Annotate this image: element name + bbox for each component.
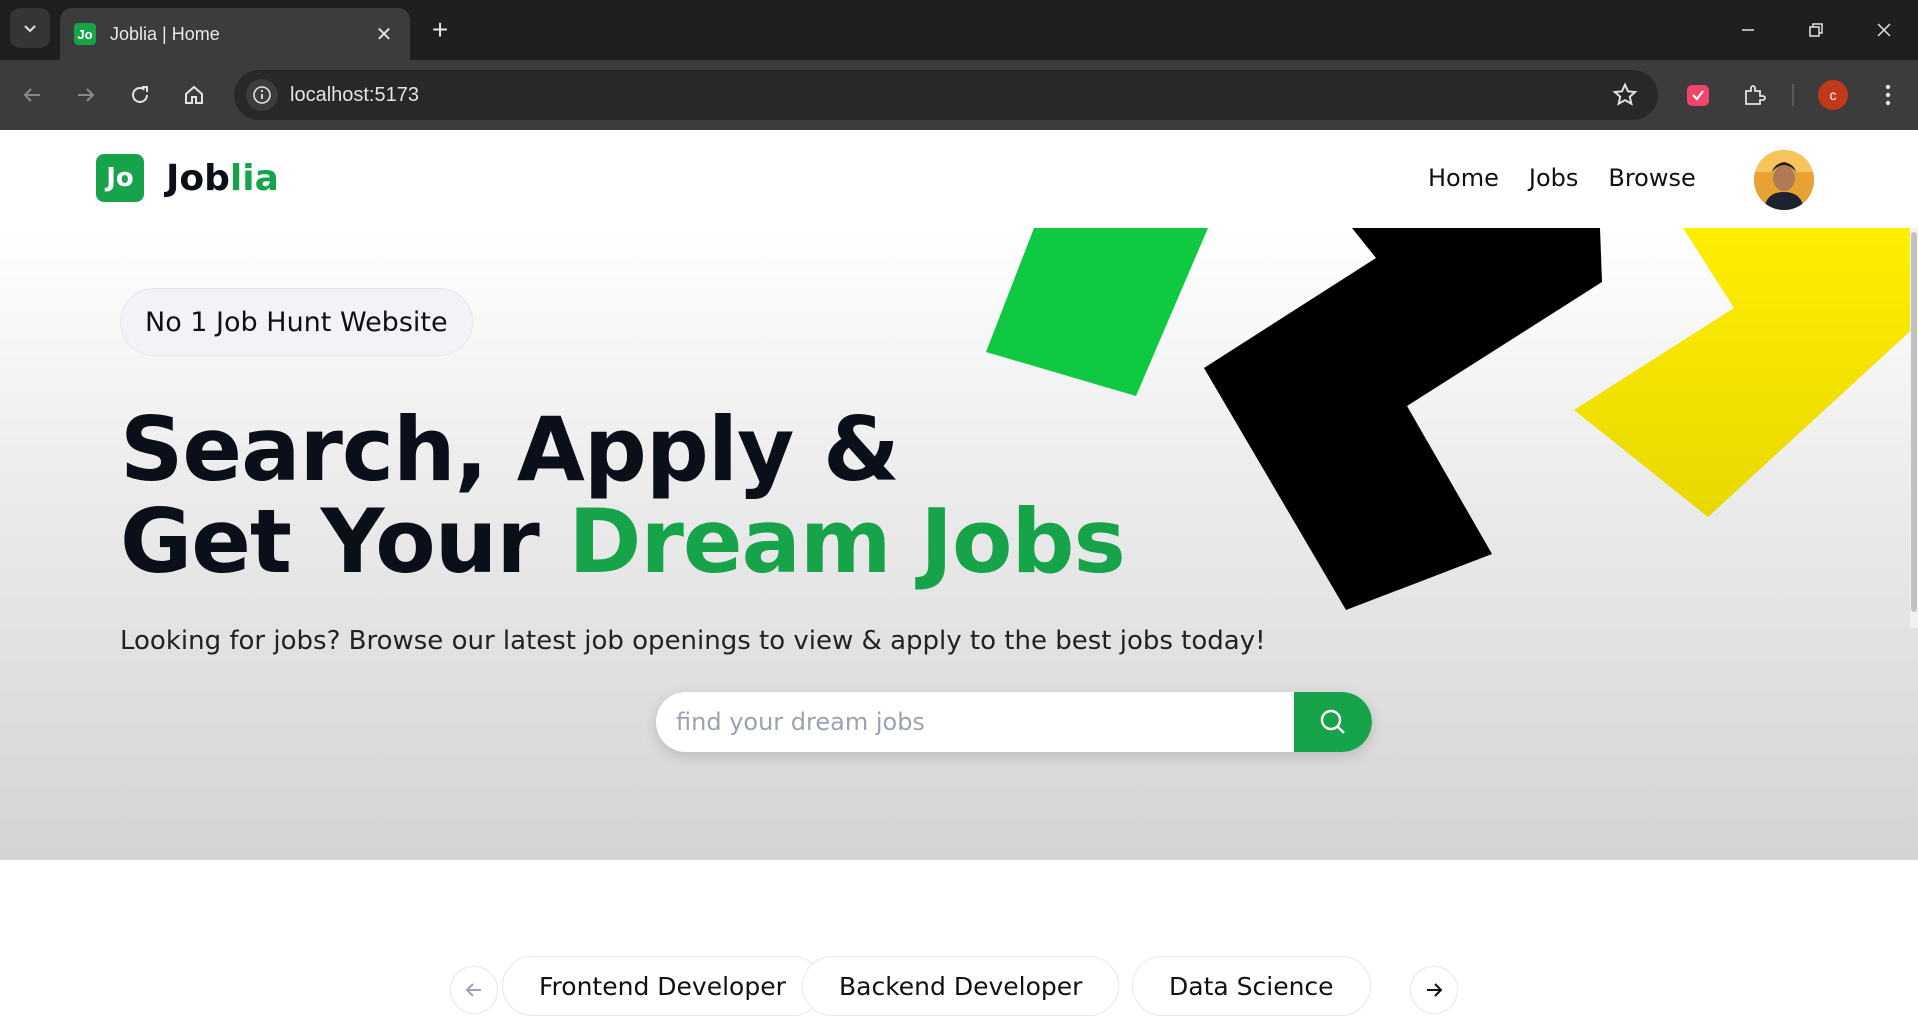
carousel-prev-button[interactable] [450, 966, 498, 1014]
headline-accent: Dream Jobs [568, 490, 1125, 593]
toolbar-separator [1792, 84, 1794, 106]
bookmark-button[interactable] [1612, 82, 1638, 113]
headline-line-2: Get Your Dream Jobs [120, 496, 1126, 588]
nav-browse-link[interactable]: Browse [1608, 164, 1695, 192]
back-button[interactable] [14, 77, 50, 113]
hero-section: No 1 Job Hunt Website Search, Apply & Ge… [0, 228, 1918, 860]
close-icon [1877, 23, 1891, 37]
hero-badge: No 1 Job Hunt Website [120, 288, 473, 356]
user-avatar[interactable] [1754, 150, 1814, 210]
search-icon [1320, 709, 1345, 734]
extensions-menu-button[interactable] [1736, 77, 1772, 113]
home-icon [185, 85, 203, 104]
black-shape [1204, 228, 1602, 610]
category-chip[interactable]: Data Science [1132, 956, 1371, 1016]
green-shape [986, 228, 1208, 396]
calendar-extension-icon [1687, 85, 1709, 106]
web-page: Jo Joblia Home Jobs Browse No 1 Job Hunt… [0, 130, 1918, 1029]
site-navbar: Jo Joblia Home Jobs Browse [0, 130, 1918, 228]
url-text: localhost:5173 [290, 84, 419, 106]
page-scrollbar[interactable] [1910, 228, 1918, 628]
scrollbar-thumb[interactable] [1911, 232, 1917, 612]
extension-button[interactable] [1680, 77, 1716, 113]
carousel-next-button[interactable] [1410, 966, 1458, 1014]
headline-line-1: Search, Apply & [120, 398, 900, 501]
browser-tab[interactable]: Jo Joblia | Home ✕ [60, 8, 410, 60]
reload-icon [132, 86, 148, 103]
site-info-button[interactable] [246, 79, 278, 111]
restore-icon [1809, 23, 1823, 37]
close-tab-icon[interactable]: ✕ [372, 22, 396, 47]
browser-toolbar: localhost:5173 c [0, 60, 1918, 130]
job-search-bar [656, 692, 1372, 752]
brand-prefix: Job [166, 158, 230, 199]
new-tab-button[interactable]: + [424, 14, 456, 46]
close-window-button[interactable] [1864, 12, 1904, 48]
category-chip[interactable]: Backend Developer [802, 956, 1120, 1016]
reload-button[interactable] [122, 77, 158, 113]
search-input[interactable] [676, 692, 1276, 752]
tab-title: Joblia | Home [110, 23, 220, 44]
arrow-right-icon [78, 88, 95, 102]
yellow-shape [1574, 228, 1918, 517]
arrow-left-icon [23, 88, 40, 102]
hero-subtitle: Looking for jobs? Browse our latest job … [120, 626, 1266, 656]
more-vertical-icon [1885, 84, 1891, 106]
tab-search-button[interactable] [10, 8, 50, 48]
star-icon [1612, 82, 1638, 106]
hero-headline: Search, Apply & Get Your Dream Jobs [120, 398, 1126, 588]
info-icon [253, 86, 271, 104]
user-photo [1754, 150, 1814, 210]
brand-name[interactable]: Joblia [166, 158, 279, 199]
restore-button[interactable] [1796, 12, 1836, 48]
nav-jobs-link[interactable]: Jobs [1529, 164, 1579, 192]
address-bar[interactable]: localhost:5173 [234, 70, 1658, 120]
arrow-right-icon [1427, 983, 1443, 997]
browser-tab-bar: Jo Joblia | Home ✕ + [0, 0, 1918, 60]
puzzle-icon [1745, 85, 1766, 105]
headline-line-2-prefix: Get Your [120, 490, 569, 593]
home-button[interactable] [176, 77, 212, 113]
minimize-button[interactable] [1728, 12, 1768, 48]
favicon-icon: Jo [74, 23, 96, 45]
category-chip[interactable]: Frontend Developer [502, 956, 823, 1016]
arrow-left-icon [465, 983, 481, 997]
search-button[interactable] [1294, 692, 1372, 752]
chevron-down-icon [24, 25, 36, 33]
logo-icon[interactable]: Jo [96, 154, 144, 202]
main-nav: Home Jobs Browse [1428, 164, 1696, 192]
minimize-icon [1742, 29, 1754, 31]
brand-suffix: lia [229, 158, 279, 199]
nav-home-link[interactable]: Home [1428, 164, 1499, 192]
browser-menu-button[interactable] [1870, 77, 1906, 113]
category-carousel: Frontend Developer Backend Developer Dat… [0, 956, 1918, 1022]
profile-button[interactable]: c [1818, 80, 1848, 110]
forward-button[interactable] [68, 77, 104, 113]
